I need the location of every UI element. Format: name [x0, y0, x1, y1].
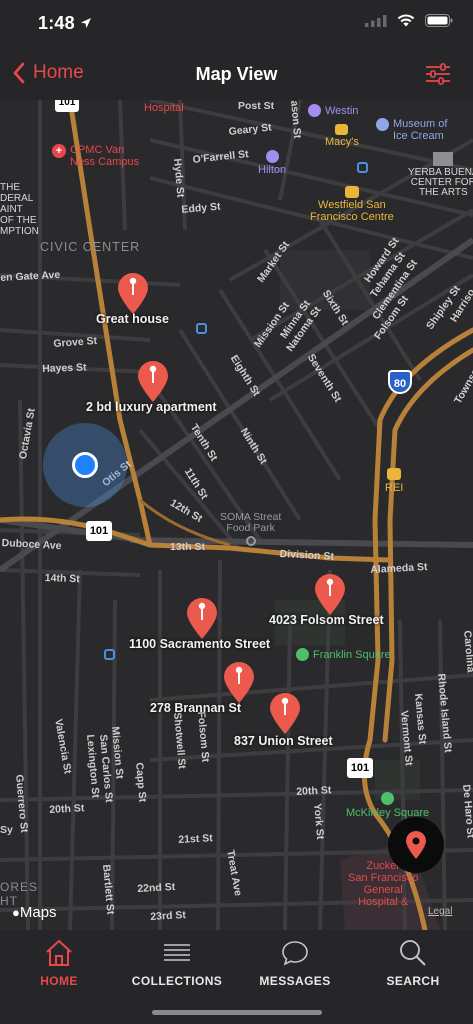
street-label: 21st St [178, 832, 214, 846]
street-label: 22nd St [137, 881, 176, 895]
hospital-icon: + [52, 144, 66, 158]
page-title: Map View [195, 64, 278, 84]
street-label: 23rd St [150, 909, 187, 923]
street-label: 20th St [296, 784, 332, 798]
map-pin-icon[interactable] [268, 691, 302, 735]
shopping-bag-icon [344, 186, 359, 198]
filter-button[interactable] [425, 62, 451, 91]
poi-label: Hospital [144, 102, 184, 114]
hotel-icon [265, 150, 279, 163]
tree-icon [296, 648, 309, 661]
poi-label: Hilton [258, 164, 287, 176]
pin-label[interactable]: 1100 Sacramento Street [129, 637, 270, 651]
tab-label: COLLECTIONS [131, 974, 223, 988]
transit-icon [104, 649, 115, 660]
home-icon [46, 939, 72, 966]
museum-icon [376, 118, 389, 131]
search-icon [400, 940, 426, 966]
pin-label[interactable]: Great house [96, 312, 169, 326]
poi-label: CPMC Van Ness Campus [70, 144, 140, 168]
location-pin-icon [406, 831, 426, 859]
highway-shield-101: 101 [55, 100, 79, 112]
add-pin-button[interactable] [388, 817, 444, 873]
shopping-bag-icon [387, 468, 402, 480]
maps-attribution: ●Maps [12, 904, 57, 921]
poi-label: Museum of Ice Cream [393, 118, 448, 142]
legal-link[interactable]: Legal [428, 906, 452, 917]
poi-franklin-square[interactable]: Franklin Square [296, 648, 391, 661]
map-view[interactable]: CIVIC CENTER Post St Geary St O'Farrell … [0, 100, 473, 930]
poi-yerba-buena[interactable]: YERBA BUENA CENTER FOR THE ARTS [408, 152, 473, 198]
transit-icon [357, 162, 368, 173]
poi-westin[interactable]: Westin [308, 104, 358, 117]
tree-icon [381, 792, 395, 805]
attribution-label: Maps [19, 904, 57, 921]
messages-icon [282, 941, 308, 966]
poi-label: SOMA Streat Food Park [220, 511, 282, 534]
home-indicator [152, 1010, 322, 1015]
poi-macys[interactable]: Macy's [325, 124, 359, 148]
nav-bar: Home Map View [0, 50, 473, 100]
map-pin-icon[interactable] [136, 359, 170, 403]
poi-hospital[interactable]: Hospital [144, 102, 184, 114]
poi-label: Franklin Square [313, 648, 391, 661]
status-icons [365, 14, 453, 27]
poi-hilton[interactable]: Hilton [258, 150, 286, 176]
location-arrow-icon [81, 18, 91, 28]
apple-logo-icon: ● [12, 905, 20, 920]
tab-search[interactable]: SEARCH [354, 938, 472, 988]
tab-collections[interactable]: COLLECTIONS [118, 938, 236, 988]
tab-label: MESSAGES [259, 974, 331, 988]
shopping-bag-icon [335, 124, 349, 135]
poi-label: YERBA BUENA CENTER FOR THE ARTS [408, 167, 473, 198]
street-label: 13th St [170, 541, 206, 553]
status-time: 1:48 [38, 13, 75, 33]
district-label: CIVIC CENTER [40, 240, 141, 254]
building-icon [433, 152, 454, 166]
map-pin-icon[interactable] [222, 660, 256, 704]
tab-bar: HOME COLLECTIONS MESSAGES SEARCH [0, 930, 473, 1024]
pin-label[interactable]: 2 bd luxury apartment [86, 400, 217, 414]
street-label: Hayes St [42, 361, 87, 375]
poi-rei[interactable]: REI [385, 468, 403, 494]
poi-label: Westfield San Francisco Centre [310, 199, 394, 223]
map-pin-icon[interactable] [116, 271, 150, 315]
poi-label: REI [385, 482, 404, 494]
collections-icon [164, 944, 190, 961]
transit-icon [196, 323, 207, 334]
poi-label: THE DERAL AINT OF THE MPTION [0, 182, 39, 237]
highway-shield-101: 101 [347, 758, 373, 778]
poi-federal[interactable]: THE DERAL AINT OF THE MPTION [0, 182, 39, 237]
highway-shield-80: 80 [388, 370, 412, 394]
poi-museum[interactable]: Museum of Ice Cream [376, 118, 447, 142]
tab-label: SEARCH [386, 974, 440, 988]
highway-shield-101: 101 [86, 521, 112, 541]
pin-label[interactable]: 278 Brannan St [150, 701, 241, 715]
tab-label: HOME [40, 974, 78, 988]
user-location-dot [72, 452, 98, 478]
poi-soma-streat[interactable]: SOMA Streat Food Park [220, 512, 281, 546]
status-bar: 1:48 [0, 0, 473, 50]
sliders-icon [426, 63, 450, 85]
poi-cpmc[interactable]: + CPMC Van Ness Campus [52, 144, 139, 168]
street-label: Post St [238, 100, 275, 112]
wifi-icon [397, 14, 415, 27]
pin-label[interactable]: 837 Union Street [234, 734, 333, 748]
map-pin-icon[interactable] [185, 596, 219, 640]
battery-icon [425, 14, 453, 27]
poi-westfield[interactable]: Westfield San Francisco Centre [310, 186, 394, 223]
hotel-icon [308, 104, 321, 117]
map-pin-icon[interactable] [313, 572, 347, 616]
pin-label[interactable]: 4023 Folsom Street [269, 613, 384, 627]
poi-label: Macy's [325, 136, 359, 148]
signal-icon [365, 14, 387, 27]
tab-messages[interactable]: MESSAGES [236, 938, 354, 988]
street-label: Sy [0, 824, 13, 836]
poi-mckinley-square[interactable]: McKinley Square [346, 792, 429, 819]
park-dot-icon [245, 536, 256, 546]
street-label: 14th St [44, 572, 80, 586]
street-label: 20th St [49, 802, 85, 816]
poi-label: Westin [325, 104, 359, 117]
tab-home[interactable]: HOME [0, 938, 118, 988]
